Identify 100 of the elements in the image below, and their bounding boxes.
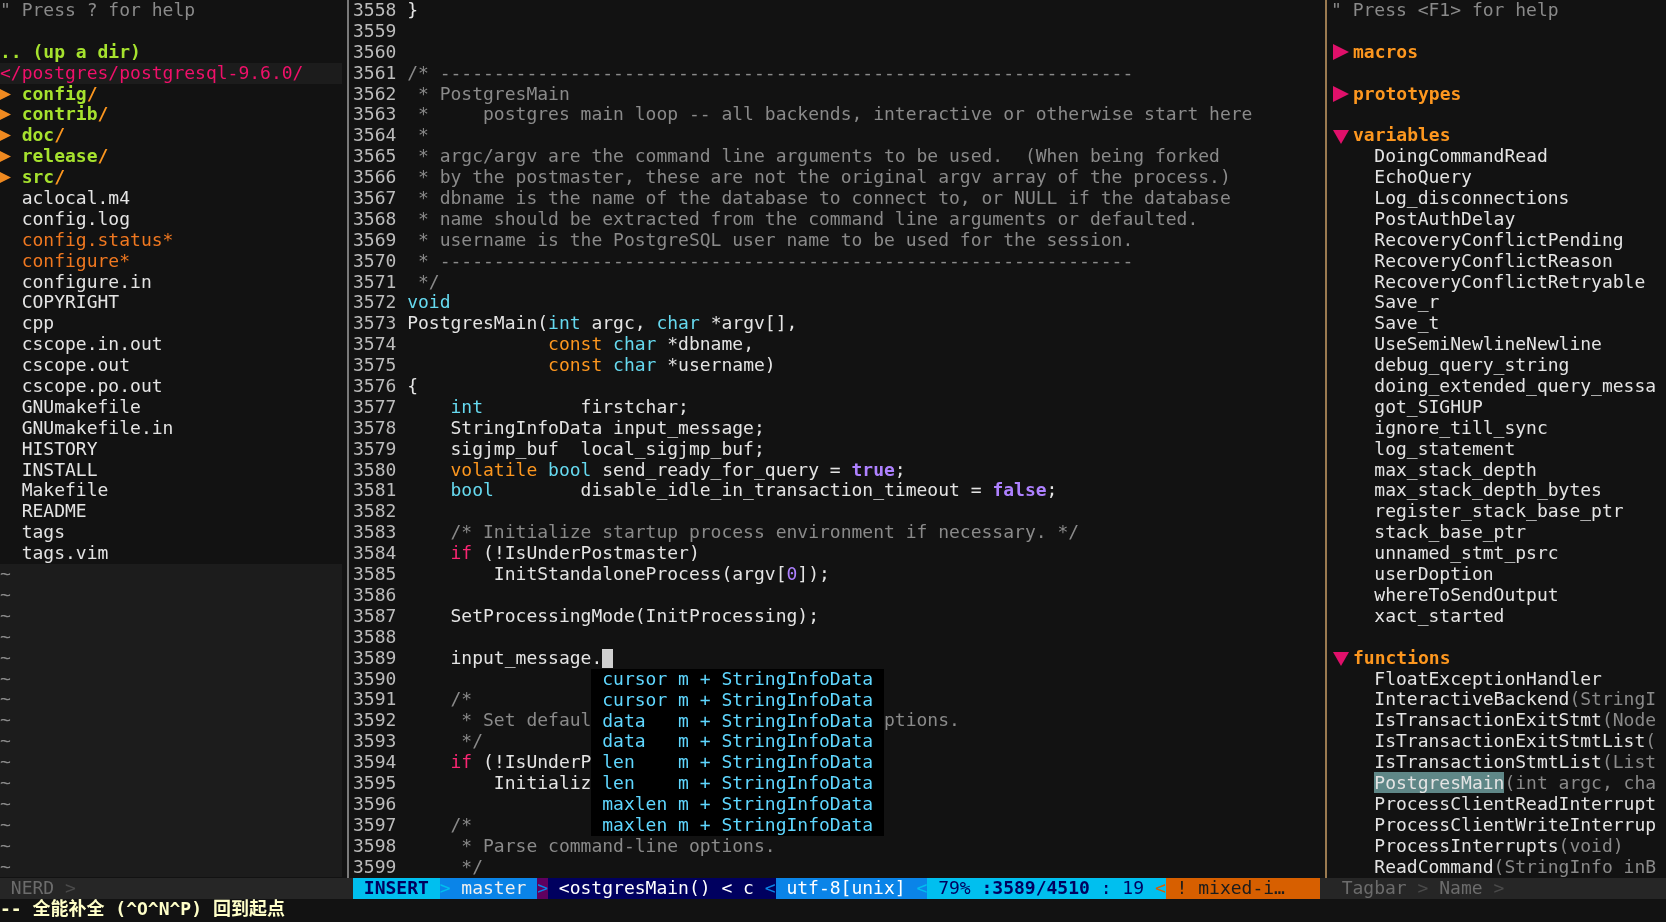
tag-item[interactable]: UseSemiNewlineNewline — [1374, 334, 1602, 356]
caret-icon[interactable] — [0, 109, 11, 121]
tag-item[interactable]: DoingCommandRead — [1374, 146, 1548, 168]
tag-item[interactable]: PostgresMain(int argc, cha — [1374, 772, 1657, 794]
tag-item[interactable]: log_statement — [1374, 438, 1516, 460]
tag-item[interactable]: EchoQuery — [1374, 167, 1472, 189]
collapsed-triangle-icon[interactable] — [1333, 44, 1349, 61]
group-label[interactable]: variables — [1353, 125, 1451, 147]
group-label[interactable]: macros — [1353, 41, 1419, 63]
code-line: * postgres main loop -- all backends, interactive or otherwise start here — [417, 104, 1253, 126]
completion-item[interactable]: cursor m + StringInfoData — [602, 668, 874, 690]
tag-item[interactable]: Save_t — [1374, 313, 1440, 335]
file-name[interactable]: tags.vim — [21, 543, 109, 565]
tag-item[interactable]: stack_base_ptr — [1374, 522, 1527, 544]
completion-item[interactable]: cursor m + StringInfoData — [602, 689, 874, 711]
tag-item[interactable]: RecoveryConflictPending — [1374, 229, 1624, 251]
file-name[interactable]: README — [21, 501, 87, 523]
tag-item[interactable]: unnamed_stmt_psrc — [1374, 543, 1559, 565]
file-name[interactable]: cpp — [21, 313, 55, 335]
tag-item[interactable]: RecoveryConflictReason — [1374, 250, 1613, 272]
tag-item[interactable]: max_stack_depth — [1374, 459, 1537, 481]
caret-icon[interactable] — [0, 172, 11, 184]
file-name[interactable]: cscope.out — [21, 355, 131, 377]
group-label[interactable]: prototypes — [1353, 83, 1462, 105]
group-label[interactable]: functions — [1353, 647, 1451, 669]
tag-item[interactable]: xact_started — [1374, 605, 1505, 627]
line-number: 3588 — [353, 626, 397, 648]
completion-item[interactable]: data m + StringInfoData — [602, 710, 874, 732]
line-number: 3566 — [353, 167, 397, 189]
code-line: StringInfoData input_message; — [449, 417, 765, 439]
line-number: 3598 — [353, 835, 397, 857]
line-number: 3586 — [353, 584, 397, 606]
file-name[interactable]: INSTALL — [21, 459, 98, 481]
caret-icon[interactable] — [0, 88, 11, 100]
line-number: 3559 — [353, 20, 397, 42]
tag-item[interactable]: Log_disconnections — [1374, 188, 1570, 209]
help-hint: " Press <F1> for help — [1331, 0, 1559, 21]
code-line: Initializ — [492, 772, 592, 794]
expanded-triangle-icon[interactable] — [1333, 127, 1349, 144]
file-name[interactable]: COPYRIGHT — [21, 292, 120, 314]
tag-item[interactable]: FloatExceptionHandler — [1374, 668, 1602, 690]
file-name[interactable]: configure.in — [21, 271, 152, 293]
tag-item[interactable]: PostAuthDelay — [1374, 208, 1516, 230]
file-name[interactable]: GNUmakefile.in — [21, 417, 174, 439]
folder-name[interactable]: release/ — [21, 146, 109, 168]
tag-item[interactable]: IsTransactionExitStmtList( — [1374, 731, 1657, 753]
folder-name[interactable]: doc/ — [21, 125, 66, 147]
line-number: 3578 — [353, 417, 397, 439]
completion-item[interactable]: len m + StringInfoData — [602, 752, 874, 774]
tag-item[interactable]: RecoveryConflictRetryable — [1374, 271, 1646, 293]
completion-item[interactable]: maxlen m + StringInfoData — [602, 815, 874, 836]
file-name[interactable]: cscope.in.out — [21, 334, 163, 356]
tag-item[interactable]: doing_extended_query_messa — [1374, 376, 1657, 397]
file-name[interactable]: Makefile — [21, 480, 109, 502]
expanded-triangle-icon[interactable] — [1333, 650, 1349, 667]
completion-item[interactable]: data m + StringInfoData — [602, 731, 874, 753]
tag-item[interactable]: whereToSendOutput — [1374, 584, 1559, 606]
tag-item[interactable]: userDoption — [1374, 564, 1494, 585]
tag-item[interactable]: Save_r — [1374, 292, 1440, 314]
file-name[interactable]: cscope.po.out — [21, 376, 163, 397]
code-line: const char *dbname, — [547, 334, 754, 356]
tag-item[interactable]: ReadCommand(StringInfo inB — [1374, 856, 1657, 878]
parent-dir-link[interactable]: .. (up a dir) — [0, 41, 141, 63]
tag-item[interactable]: ignore_till_sync — [1374, 417, 1548, 439]
tag-item[interactable]: InteractiveBackend(StringI — [1374, 689, 1657, 711]
folder-name[interactable]: src/ — [21, 167, 66, 189]
folder-name[interactable]: contrib/ — [21, 104, 109, 126]
file-name[interactable]: config.log — [21, 208, 131, 230]
tilde-marker: ~ — [0, 668, 11, 690]
tilde-marker: ~ — [0, 835, 11, 857]
file-name[interactable]: HISTORY — [21, 438, 98, 460]
tag-item[interactable]: ProcessClientWriteInterrup — [1374, 814, 1657, 836]
tilde-marker: ~ — [0, 814, 11, 836]
completion-item[interactable]: len m + StringInfoData — [602, 773, 874, 795]
caret-icon[interactable] — [0, 151, 11, 163]
file-name[interactable]: configure* — [21, 250, 131, 272]
code-line: * dbname is the name of the database to connect to, or NULL if the database — [417, 188, 1231, 209]
code-line: /* Initialize startup process environment if necessary. */ — [449, 522, 1080, 544]
collapsed-triangle-icon[interactable] — [1333, 86, 1349, 102]
line-number: 3567 — [353, 188, 397, 209]
line-number: 3592 — [353, 710, 397, 732]
file-name[interactable]: GNUmakefile — [21, 396, 141, 418]
file-name[interactable]: aclocal.m4 — [21, 188, 131, 209]
tag-item[interactable]: got_SIGHUP — [1374, 396, 1483, 418]
tag-item[interactable]: register_stack_base_ptr — [1374, 501, 1624, 523]
tag-item[interactable]: IsTransactionExitStmt(Node — [1374, 710, 1657, 732]
tag-item[interactable]: max_stack_depth_bytes — [1374, 480, 1602, 502]
code-line: void — [407, 292, 451, 314]
tag-item[interactable]: debug_query_string — [1374, 355, 1570, 377]
caret-icon[interactable] — [0, 130, 11, 142]
line-number: 3560 — [353, 41, 397, 63]
line-number: 3558 — [353, 0, 397, 21]
tag-item[interactable]: ProcessClientReadInterrupt — [1374, 793, 1657, 815]
file-name[interactable]: config.status* — [21, 229, 174, 251]
window-name: NERD — [10, 877, 55, 899]
folder-name[interactable]: config/ — [21, 83, 98, 105]
completion-item[interactable]: maxlen m + StringInfoData — [602, 794, 874, 816]
tag-item[interactable]: ProcessInterrupts(void) — [1374, 835, 1624, 857]
tag-item[interactable]: IsTransactionStmtList(List — [1374, 752, 1657, 773]
file-name[interactable]: tags — [21, 522, 66, 544]
